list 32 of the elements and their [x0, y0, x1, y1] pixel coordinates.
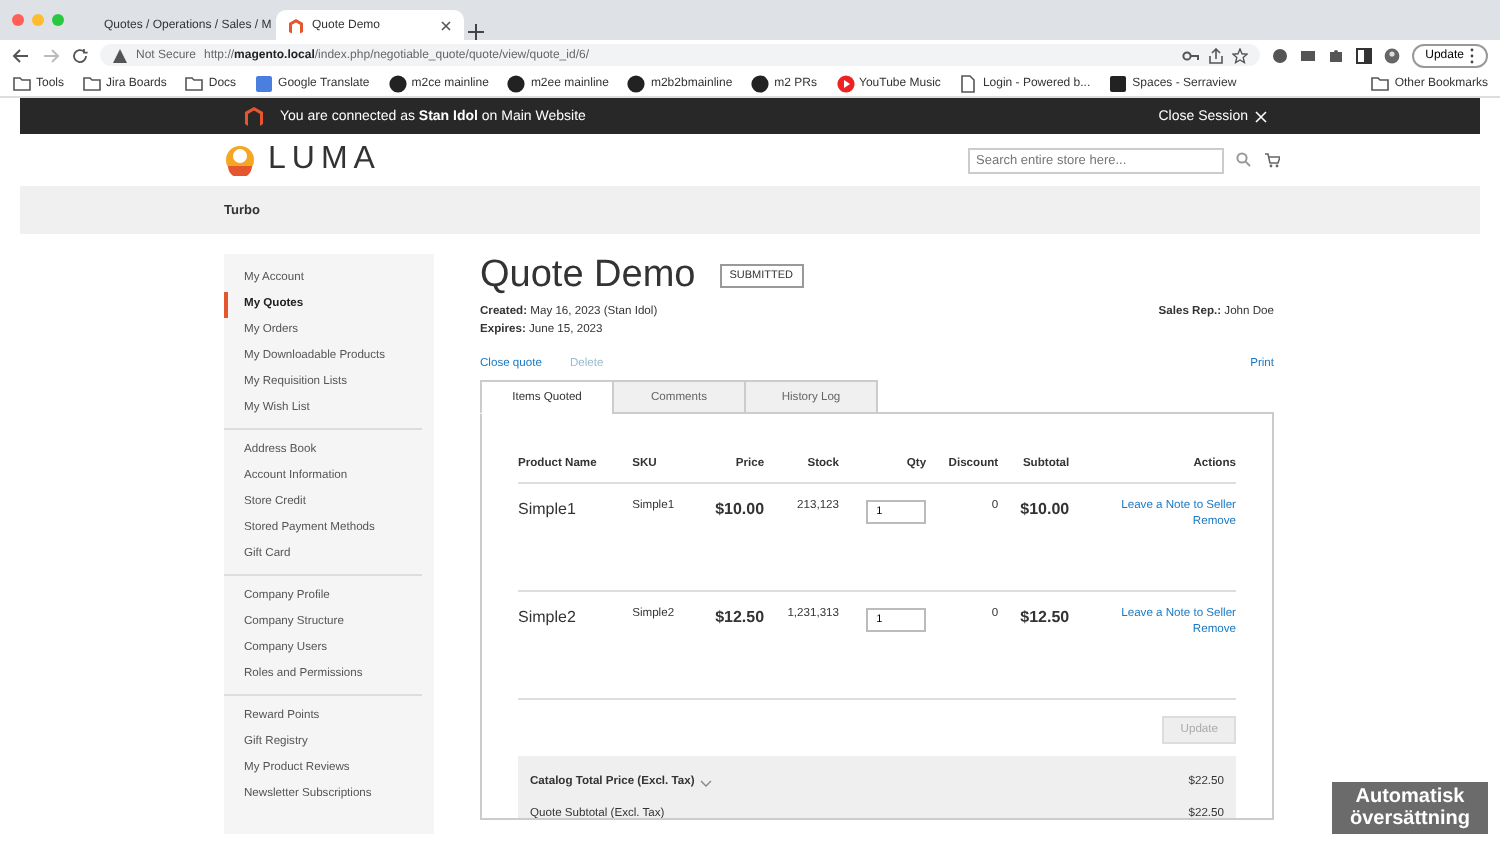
reload-icon[interactable]: [72, 47, 88, 63]
translate-badge[interactable]: Automatisk översättning: [1332, 782, 1488, 834]
folder-icon: [12, 73, 32, 93]
product-name: Simple1: [518, 483, 633, 591]
product-name: Simple2: [518, 591, 633, 699]
page-title: Quote Demo: [480, 254, 696, 298]
square-icon: [1108, 73, 1129, 93]
warning-icon: [112, 47, 128, 63]
price: $12.50: [693, 591, 765, 699]
folder-icon: [1370, 73, 1391, 93]
chevron-down-icon[interactable]: [700, 777, 713, 787]
back-arrow-icon[interactable]: [12, 47, 30, 63]
price: $10.00: [693, 483, 765, 591]
magento-logo-icon: [288, 17, 304, 33]
plus-icon[interactable]: [468, 24, 484, 40]
share-icon[interactable]: [1207, 47, 1224, 63]
subtotal: $12.50: [998, 591, 1070, 699]
sidebar-icon[interactable]: [1355, 47, 1372, 63]
logo-text: LUMA: [268, 144, 381, 176]
close-icon: [1254, 109, 1268, 123]
cart-icon[interactable]: [1264, 152, 1280, 168]
search-icon[interactable]: [1236, 152, 1252, 168]
folder-icon: [184, 73, 205, 93]
star-icon[interactable]: [1231, 47, 1248, 63]
folder-icon: [82, 73, 103, 93]
profile-icon[interactable]: [1383, 47, 1400, 63]
page-icon: [958, 73, 979, 93]
logo-icon: [224, 144, 256, 176]
key-icon[interactable]: [1181, 47, 1200, 63]
close-icon[interactable]: [440, 19, 452, 31]
magento-logo-icon: [244, 105, 264, 127]
subtotal: $10.00: [998, 483, 1070, 591]
